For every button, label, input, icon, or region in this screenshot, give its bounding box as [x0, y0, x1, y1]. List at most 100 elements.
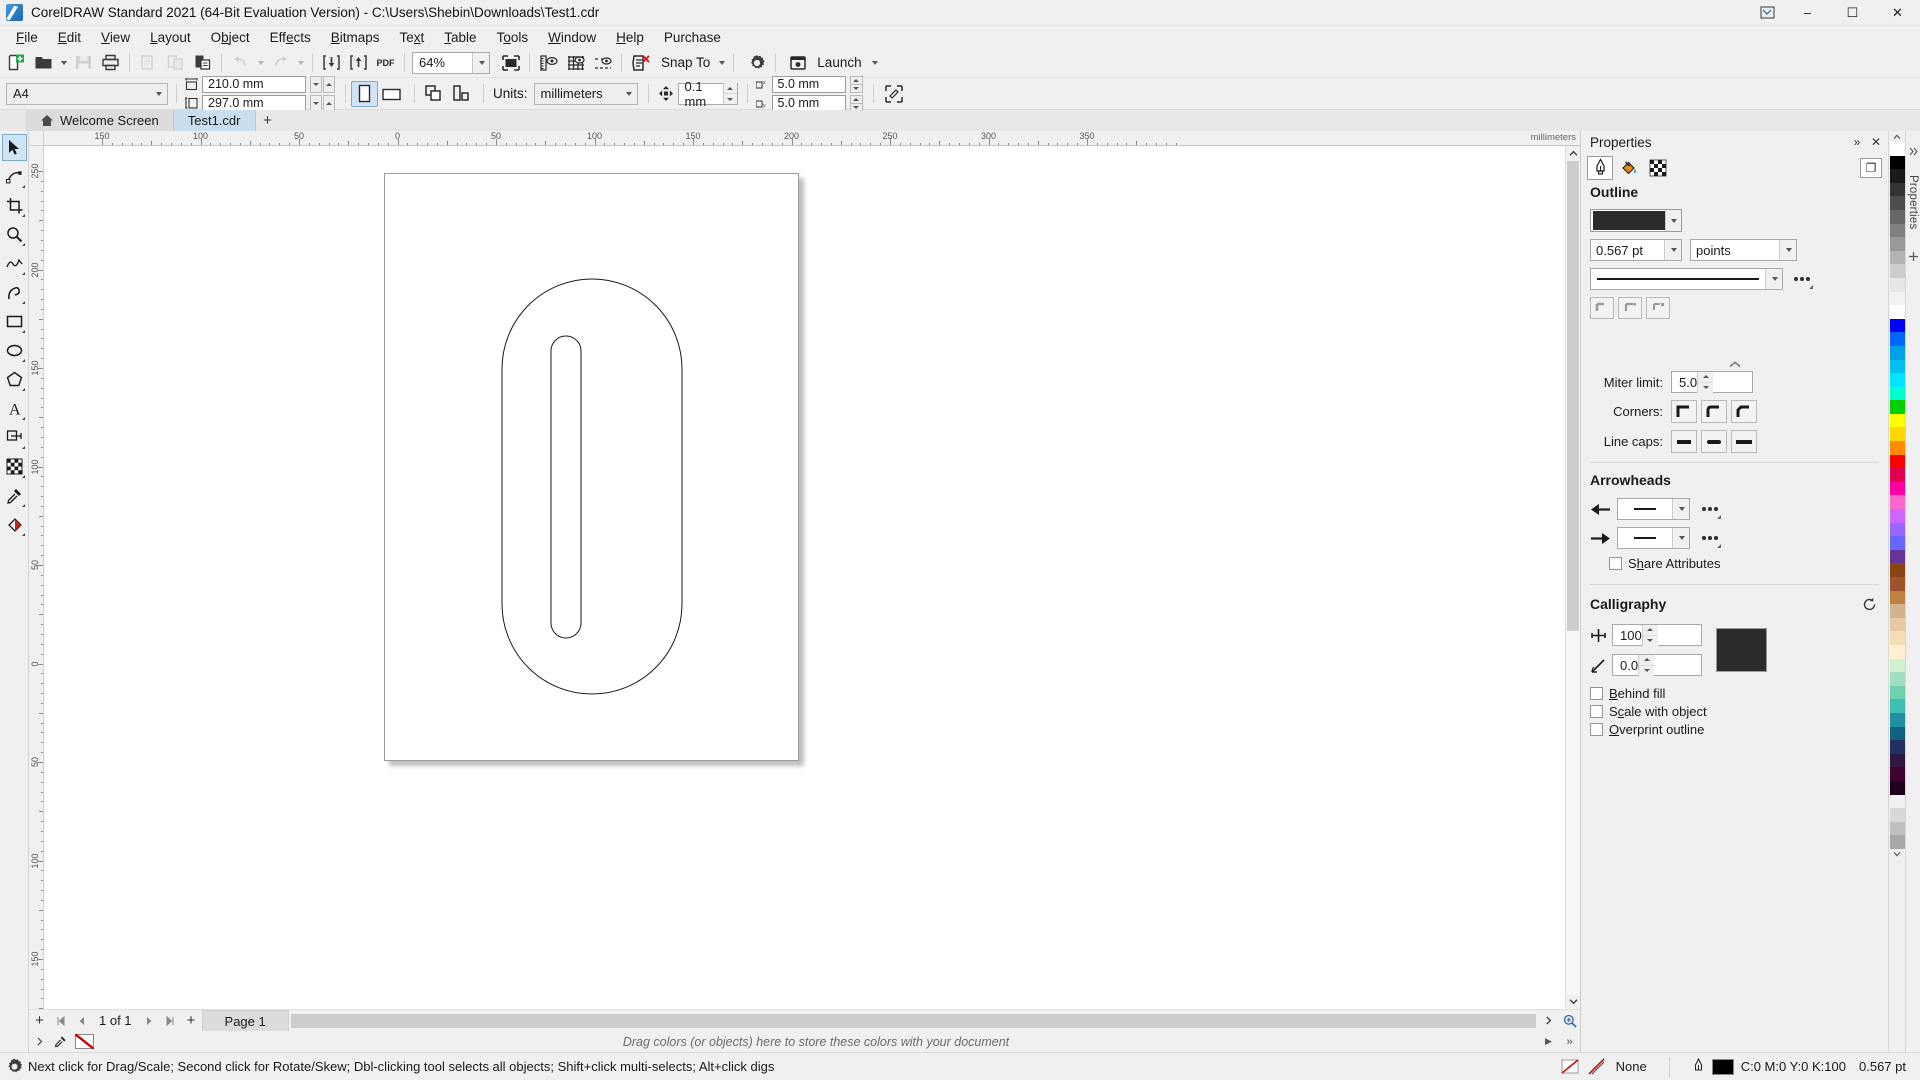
page-height-up[interactable]: [323, 94, 335, 112]
color-swatch[interactable]: [1889, 142, 1905, 156]
color-swatch[interactable]: [1889, 767, 1905, 781]
start-arrowhead-more-button[interactable]: [1698, 499, 1722, 519]
menu-view[interactable]: View: [91, 28, 140, 47]
units-dropdown[interactable]: [620, 84, 637, 104]
color-swatch[interactable]: [1889, 454, 1905, 469]
outline-units-combo[interactable]: points: [1690, 239, 1797, 261]
color-swatch[interactable]: [1889, 332, 1905, 346]
full-screen-preview-button[interactable]: [497, 50, 524, 76]
color-swatch[interactable]: [1889, 780, 1905, 795]
scale-with-object-checkbox[interactable]: Scale with object: [1590, 704, 1879, 719]
tool-zoom[interactable]: [2, 221, 27, 248]
new-document-button[interactable]: [3, 50, 30, 76]
page-width-down[interactable]: [310, 75, 322, 93]
color-swatch[interactable]: [1889, 604, 1905, 618]
color-swatch[interactable]: [1889, 617, 1905, 632]
miter-limit-input[interactable]: 5.0: [1671, 371, 1753, 393]
color-swatch[interactable]: [1889, 169, 1905, 183]
angle-steppers[interactable]: [1638, 654, 1655, 676]
color-swatch[interactable]: [1889, 277, 1905, 292]
tool-rectangle[interactable]: [2, 308, 27, 335]
color-swatch[interactable]: [1889, 223, 1905, 238]
miter-limit-down[interactable]: [1698, 382, 1714, 393]
color-swatch[interactable]: [1889, 522, 1905, 537]
menu-object[interactable]: Object: [201, 28, 260, 47]
show-rulers-button[interactable]: [535, 50, 562, 76]
color-swatch[interactable]: [1889, 291, 1905, 306]
miter-limit-steppers[interactable]: [1697, 371, 1714, 393]
page-width-steppers[interactable]: [310, 75, 335, 93]
outline-width-combo[interactable]: 0.567 pt: [1590, 239, 1682, 261]
color-swatch[interactable]: [1889, 250, 1905, 265]
horizontal-scroll-track[interactable]: [290, 1013, 1536, 1028]
tab-test1-cdr[interactable]: Test1.cdr: [173, 110, 256, 131]
calligraphy-preview-swatch[interactable]: [1716, 628, 1767, 672]
current-page-button[interactable]: [447, 81, 474, 107]
duplicate-y-input[interactable]: 5.0 mm: [771, 94, 846, 112]
color-swatch[interactable]: [1889, 468, 1905, 482]
drawn-shape[interactable]: [385, 174, 800, 762]
calligraphy-angle-input[interactable]: 0.0: [1612, 654, 1702, 676]
outline-color-combo[interactable]: [1590, 209, 1682, 232]
page-tab-page1[interactable]: Page 1: [201, 1010, 289, 1031]
palette-scroll-left[interactable]: [29, 1031, 50, 1052]
cap-butt-button[interactable]: [1671, 430, 1697, 453]
color-swatch[interactable]: [1889, 182, 1905, 197]
section-collapse-toggle[interactable]: [1590, 360, 1879, 371]
cut-button[interactable]: [135, 50, 162, 76]
duplicate-x-down[interactable]: [849, 84, 863, 93]
page-height-steppers[interactable]: [310, 94, 335, 112]
scroll-right-button[interactable]: [1538, 1010, 1559, 1031]
paste-button[interactable]: [189, 50, 216, 76]
behind-fill-box[interactable]: [1590, 687, 1603, 700]
color-swatch[interactable]: [1889, 386, 1905, 401]
menu-layout[interactable]: Layout: [140, 28, 201, 47]
rail-properties-label[interactable]: Properties: [1907, 175, 1919, 229]
color-swatch-list[interactable]: [1889, 142, 1905, 849]
rail-add-docker-icon[interactable]: [1908, 251, 1919, 265]
corner-miter-button[interactable]: [1671, 400, 1697, 423]
color-swatch[interactable]: [1889, 345, 1905, 360]
color-swatch[interactable]: [1889, 753, 1905, 768]
color-swatch[interactable]: [1889, 658, 1905, 673]
menu-effects[interactable]: Effects: [260, 28, 321, 47]
color-swatch[interactable]: [1889, 644, 1905, 659]
color-swatch[interactable]: [1889, 631, 1905, 645]
behind-fill-checkbox[interactable]: Behind fill: [1590, 686, 1879, 701]
color-swatch[interactable]: [1889, 549, 1905, 564]
maximize-button[interactable]: ☐: [1830, 0, 1875, 26]
rail-collapse-icon[interactable]: [1909, 145, 1918, 159]
import-button[interactable]: [318, 50, 345, 76]
zoom-level-combo[interactable]: 64%: [412, 51, 490, 74]
color-swatch[interactable]: [1889, 305, 1905, 319]
stretch-down[interactable]: [1642, 635, 1658, 646]
outline-color-dropdown[interactable]: [1665, 210, 1681, 231]
nudge-steppers[interactable]: [723, 83, 737, 104]
scroll-up-button[interactable]: [1566, 146, 1580, 161]
color-swatch[interactable]: [1889, 209, 1905, 224]
docker-tab-transparency[interactable]: [1645, 156, 1671, 180]
tool-shape[interactable]: [2, 163, 27, 190]
add-page-right-button[interactable]: +: [181, 1010, 202, 1031]
add-tab-button[interactable]: +: [256, 110, 280, 131]
vertical-scroll-thumb[interactable]: [1567, 161, 1579, 631]
menu-file[interactable]: File: [6, 28, 48, 47]
horizontal-scroll-thumb[interactable]: [290, 1013, 1536, 1028]
tool-ellipse[interactable]: [2, 337, 27, 364]
menu-edit[interactable]: Edit: [48, 28, 91, 47]
publish-to-pdf-button[interactable]: PDF: [372, 50, 399, 76]
nudge-distance-input[interactable]: 0.1 mm: [677, 79, 738, 109]
color-swatch[interactable]: [1889, 726, 1905, 741]
print-document-button[interactable]: [97, 50, 124, 76]
launch-dropdown[interactable]: [868, 50, 881, 76]
tool-crop[interactable]: [2, 192, 27, 219]
redo-button[interactable]: [267, 50, 294, 76]
menu-table[interactable]: Table: [434, 28, 486, 47]
color-swatch[interactable]: [1889, 509, 1905, 523]
drawing-canvas[interactable]: [44, 146, 1565, 1009]
color-swatch[interactable]: [1889, 359, 1905, 374]
save-document-button[interactable]: [70, 50, 97, 76]
launch-button[interactable]: [784, 50, 811, 76]
color-swatch[interactable]: [1889, 808, 1905, 822]
color-swatch[interactable]: [1889, 196, 1905, 210]
